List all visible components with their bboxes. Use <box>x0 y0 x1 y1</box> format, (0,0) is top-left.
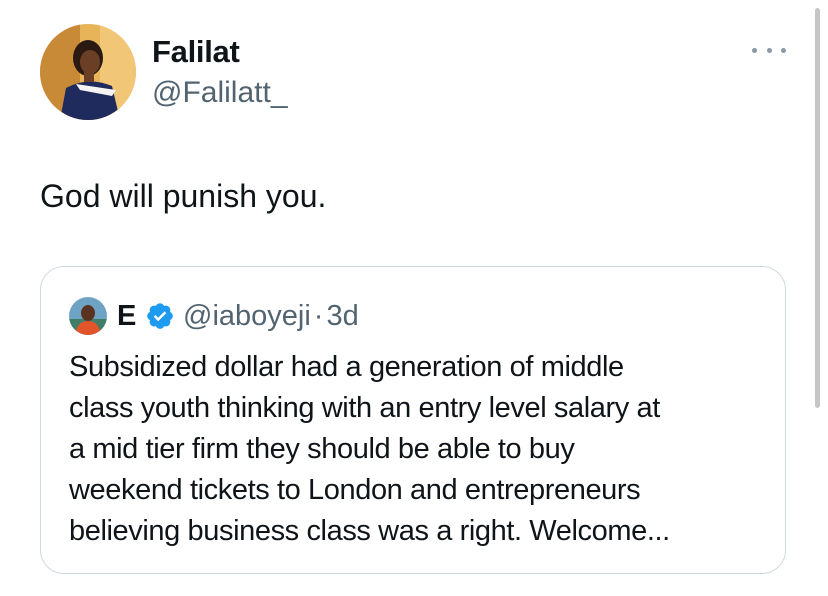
verified-badge-icon <box>147 303 173 329</box>
quoted-text-line: believing business class was a right. We… <box>69 515 670 547</box>
tweet-card: Falilat @Falilatt_ God will punish you. … <box>0 0 828 596</box>
meta-separator: · <box>313 300 324 332</box>
quoted-avatar-image <box>69 297 107 335</box>
quoted-author-name[interactable]: E <box>117 299 136 333</box>
more-dot <box>781 47 786 53</box>
quoted-text-line: weekend tickets to London and entreprene… <box>69 474 641 506</box>
quoted-timestamp[interactable]: 3d <box>326 300 358 332</box>
quoted-tweet[interactable]: E @iaboyeji · 3d Subsidized dollar had a g… <box>40 266 786 574</box>
quoted-author-handle[interactable]: @iaboyeji <box>183 300 311 332</box>
author-name[interactable]: Falilat <box>152 34 240 70</box>
quoted-author-avatar[interactable] <box>69 297 107 335</box>
quoted-meta: @iaboyeji · 3d <box>183 299 359 333</box>
more-options-icon[interactable] <box>752 38 786 62</box>
more-dot <box>752 47 757 53</box>
quoted-text-line: Subsidized dollar had a generation of mi… <box>69 351 624 383</box>
quoted-tweet-text: Subsidized dollar had a generation of mi… <box>69 347 769 552</box>
tweet-text: God will punish you. <box>40 178 327 214</box>
avatar-image <box>40 24 136 120</box>
author-avatar[interactable] <box>40 24 136 120</box>
more-dot <box>766 47 772 53</box>
author-handle[interactable]: @Falilatt_ <box>152 76 288 110</box>
quoted-text-line: class youth thinking with an entry level… <box>69 392 660 424</box>
quoted-text-line: a mid tier firm they should be able to b… <box>69 433 575 465</box>
scrollbar[interactable] <box>815 8 820 408</box>
